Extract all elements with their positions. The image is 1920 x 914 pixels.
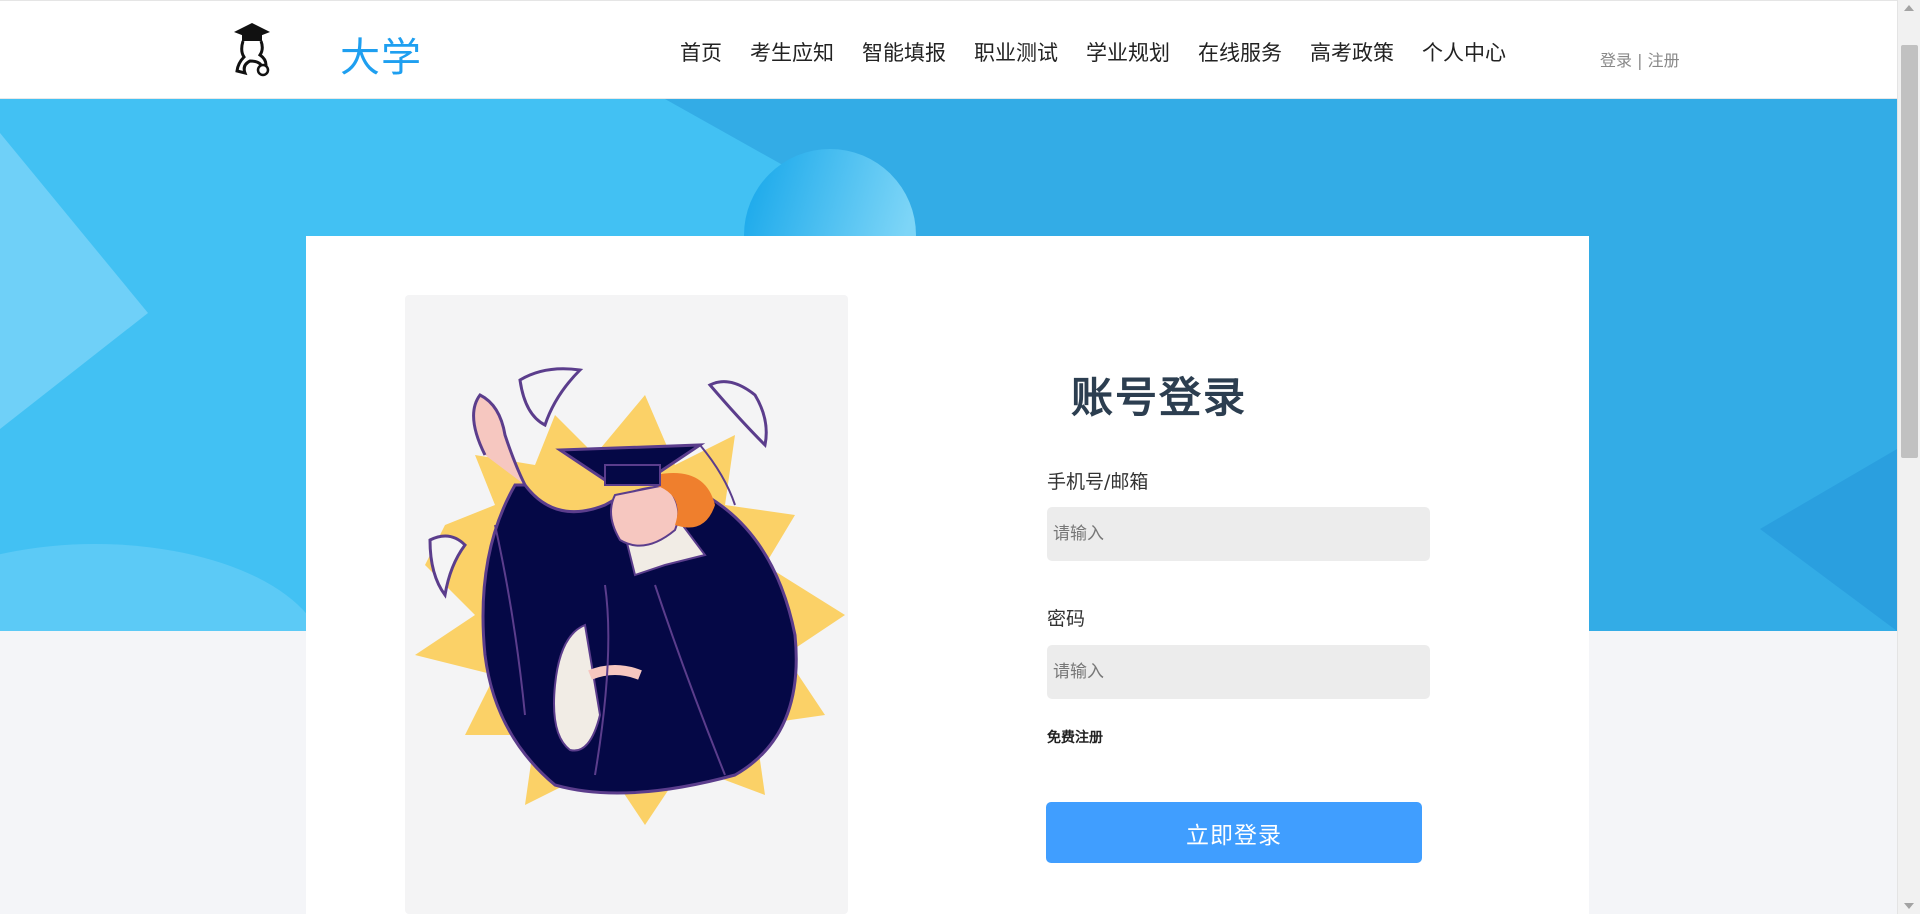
- nav-item-smart-apply[interactable]: 智能填报: [862, 37, 946, 67]
- top-navbar: 大学 首页 考生应知 智能填报 职业测试 学业规划 在线服务 高考政策 个人中心…: [0, 0, 1897, 99]
- nav-item-exam-notice[interactable]: 考生应知: [750, 37, 834, 67]
- nav-item-personal-center[interactable]: 个人中心: [1422, 37, 1506, 67]
- login-submit-button[interactable]: 立即登录: [1046, 802, 1422, 863]
- password-label: 密码: [1047, 608, 1086, 630]
- brand-name[interactable]: 大学: [340, 25, 422, 83]
- scroll-down-arrow-icon[interactable]: [1904, 903, 1914, 909]
- register-link-header[interactable]: 注册: [1648, 51, 1680, 70]
- scroll-up-arrow-icon[interactable]: [1904, 5, 1914, 11]
- main-nav: 首页 考生应知 智能填报 职业测试 学业规划 在线服务 高考政策 个人中心: [680, 37, 1534, 67]
- nav-item-home[interactable]: 首页: [680, 37, 722, 67]
- graduate-illustration-icon: [415, 367, 845, 825]
- auth-links: 登录 | 注册: [1600, 47, 1680, 71]
- nav-item-study-plan[interactable]: 学业规划: [1086, 37, 1170, 67]
- account-label: 手机号/邮箱: [1047, 471, 1149, 493]
- page-scrollbar[interactable]: [1897, 0, 1920, 914]
- scroll-thumb[interactable]: [1901, 45, 1918, 458]
- nav-item-career-test[interactable]: 职业测试: [974, 37, 1058, 67]
- auth-separator: |: [1637, 51, 1643, 70]
- graduate-logo-icon[interactable]: [230, 21, 274, 77]
- password-input[interactable]: [1047, 645, 1430, 699]
- graduate-illustration: [405, 295, 848, 914]
- login-title: 账号登录: [1070, 373, 1247, 422]
- login-link[interactable]: 登录: [1600, 51, 1632, 70]
- login-card: 账号登录 手机号/邮箱 密码 免费注册 立即登录: [306, 236, 1589, 914]
- account-input[interactable]: [1047, 507, 1430, 561]
- free-register-link[interactable]: 免费注册: [1047, 727, 1103, 747]
- nav-item-online-service[interactable]: 在线服务: [1198, 37, 1282, 67]
- nav-item-exam-policy[interactable]: 高考政策: [1310, 37, 1394, 67]
